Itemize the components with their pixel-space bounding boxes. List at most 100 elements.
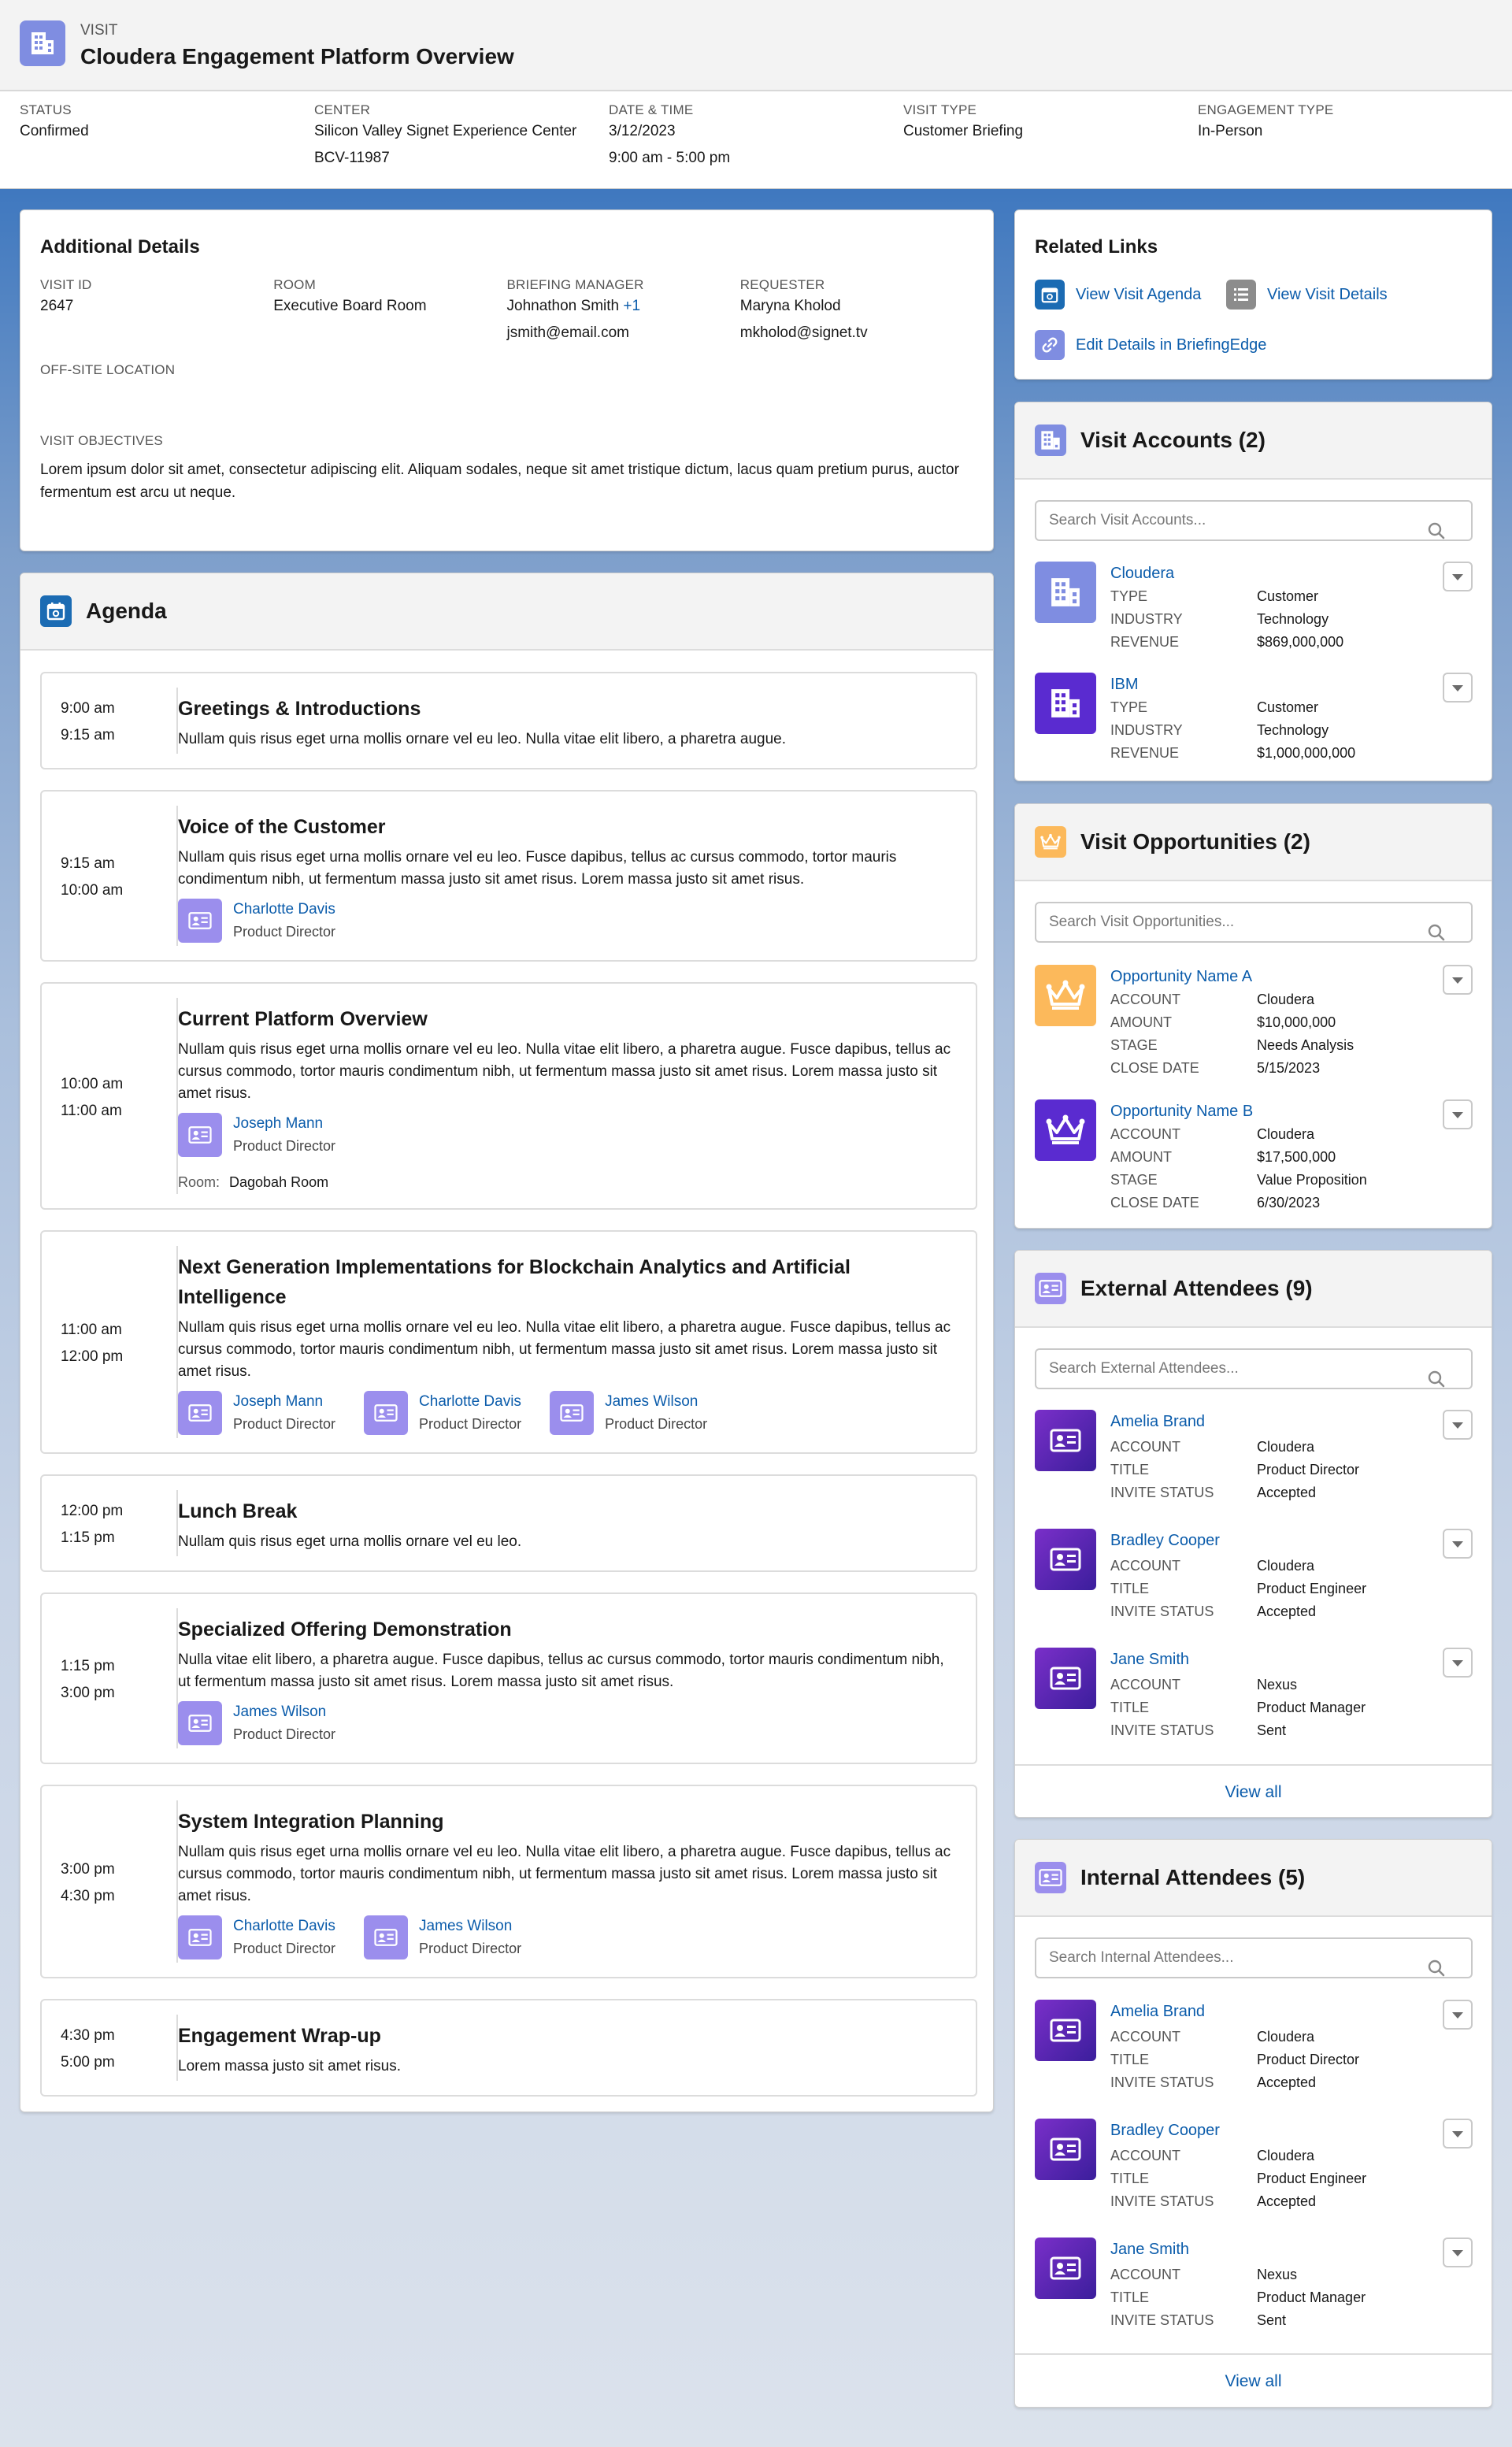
row-actions-dropdown[interactable] — [1443, 1099, 1473, 1129]
view-visit-agenda-link[interactable]: View Visit Agenda — [1035, 280, 1201, 310]
card-header: Visit Accounts (2) — [1015, 402, 1492, 480]
speaker-name-link[interactable]: James Wilson — [605, 1391, 707, 1413]
speaker-role: Product Director — [233, 1941, 336, 1956]
building-icon — [1035, 562, 1096, 623]
record-name-link[interactable]: Amelia Brand — [1110, 1410, 1205, 1433]
record-field: INVITE STATUS Accepted — [1110, 2071, 1316, 2094]
end-time: 10:00 am — [61, 882, 124, 899]
agenda-card: Agenda Greetings & Introductions Nullam q… — [20, 573, 994, 2112]
record-field: INVITE STATUS Accepted — [1110, 2190, 1316, 2213]
record-header-top: VISIT Cloudera Engagement Platform Overv… — [0, 0, 1512, 91]
visit-opportunities-card: Visit Opportunities (2) Search Visit Oppo… — [1014, 803, 1492, 1229]
record-name-link[interactable]: Opportunity Name B — [1110, 1099, 1253, 1123]
agenda-item-description: Nullam quis risus eget urna mollis ornar… — [178, 1844, 951, 1904]
field-label: INVITE STATUS — [1110, 1485, 1214, 1500]
record-name-link[interactable]: Cloudera — [1110, 562, 1174, 585]
field-label: CENTER — [314, 102, 371, 117]
more-managers-link[interactable]: +1 — [623, 298, 640, 314]
search-input[interactable]: Search External Attendees... — [1035, 1348, 1473, 1389]
start-time: 12:00 pm — [61, 1503, 124, 1519]
speaker-name-link[interactable]: Joseph Mann — [233, 1391, 335, 1413]
field-label: ACCOUNT — [1110, 1126, 1180, 1142]
speaker-role: Product Director — [419, 1416, 522, 1432]
agenda-item-description: Nullam quis risus eget urna mollis ornar… — [178, 1041, 951, 1102]
agenda-header: Agenda — [20, 573, 993, 651]
speaker-role: Product Director — [233, 924, 336, 940]
chevron-down-icon — [1451, 2125, 1464, 2143]
start-time: 3:00 pm — [61, 1861, 115, 1878]
speaker-name-link[interactable]: Charlotte Davis — [233, 1915, 335, 1937]
field-value: Customer — [1257, 699, 1319, 715]
building-icon — [1035, 425, 1066, 456]
speaker-james-wilson: James Wilson Product Director — [178, 1701, 335, 1745]
field-label: INVITE STATUS — [1110, 2074, 1214, 2090]
record-field: INVITE STATUS Accepted — [1110, 1600, 1316, 1623]
field-value: $17,500,000 — [1257, 1149, 1336, 1165]
view-all-link[interactable]: View all — [1015, 1764, 1492, 1819]
row-actions-dropdown[interactable] — [1443, 673, 1473, 703]
speaker-charlotte-davis: Charlotte Davis Product Director — [178, 899, 335, 943]
speaker-name-link[interactable]: Charlotte Davis — [419, 1391, 521, 1413]
record-name-link[interactable]: Bradley Cooper — [1110, 1529, 1220, 1552]
field-label: TITLE — [1110, 1462, 1150, 1477]
record-field: ACCOUNT Cloudera — [1110, 988, 1314, 1011]
list-item: Bradley Cooper ACCOUNT Cloudera TITLE Produc… — [1035, 1529, 1473, 1648]
end-time: 12:00 pm — [61, 1348, 124, 1365]
agenda-item-title: Specialized Offering Demonstration — [178, 1618, 512, 1641]
speaker-name-link[interactable]: Charlotte Davis — [233, 899, 335, 921]
link-icon — [1035, 330, 1065, 360]
record-field: ACCOUNT Nexus — [1110, 1674, 1297, 1696]
agenda-item-title: Greetings & Introductions — [178, 698, 421, 720]
search-input[interactable]: Search Internal Attendees... — [1035, 1937, 1473, 1978]
field-value: Nexus — [1257, 2267, 1298, 2282]
row-actions-dropdown[interactable] — [1443, 1410, 1473, 1440]
view-visit-details-link[interactable]: View Visit Details — [1226, 280, 1388, 310]
record-name-link[interactable]: Jane Smith — [1110, 1648, 1189, 1671]
record-name-link[interactable]: IBM — [1110, 673, 1139, 696]
record-field: TITLE Product Engineer — [1110, 2167, 1366, 2190]
edit-details-briefingedge-link[interactable]: Edit Details in BriefingEdge — [1035, 330, 1266, 360]
row-actions-dropdown[interactable] — [1443, 2238, 1473, 2267]
contact-card-icon — [178, 899, 222, 943]
record-name-link[interactable]: Jane Smith — [1110, 2238, 1189, 2261]
field-label: ENGAGEMENT TYPE — [1198, 102, 1334, 117]
row-actions-dropdown[interactable] — [1443, 1648, 1473, 1678]
agenda-divider — [176, 1800, 178, 1963]
record-name-link[interactable]: Bradley Cooper — [1110, 2119, 1220, 2142]
crown-icon — [1035, 1099, 1096, 1161]
card-header: External Attendees (9) — [1015, 1251, 1492, 1328]
field-value: Customer Briefing — [903, 123, 1024, 139]
chevron-down-icon — [1451, 568, 1464, 586]
row-actions-dropdown[interactable] — [1443, 1529, 1473, 1559]
row-actions-dropdown[interactable] — [1443, 965, 1473, 995]
row-actions-dropdown[interactable] — [1443, 2119, 1473, 2149]
field-value: $1,000,000,000 — [1257, 745, 1356, 761]
row-actions-dropdown[interactable] — [1443, 2000, 1473, 2030]
view-all-link[interactable]: View all — [1015, 2353, 1492, 2408]
agenda-divider — [176, 1246, 178, 1438]
record-field: STAGE Value Proposition — [1110, 1169, 1367, 1192]
field-value: Cloudera — [1257, 1558, 1315, 1574]
speaker-name-link[interactable]: Joseph Mann — [233, 1113, 335, 1135]
field-value: Cloudera — [1257, 1439, 1315, 1455]
field-value: Product Director — [1257, 2052, 1360, 2067]
agenda-speakers: James Wilson Product Director — [178, 1701, 960, 1745]
field-label: TITLE — [1110, 1581, 1150, 1596]
speaker-name-link[interactable]: James Wilson — [419, 1915, 521, 1937]
field-value: Sent — [1257, 1722, 1287, 1738]
search-input[interactable]: Search Visit Accounts... — [1035, 500, 1473, 541]
visit-id-field: VISIT ID 2647 — [40, 277, 92, 314]
end-time: 1:15 pm — [61, 1529, 115, 1546]
record-name-link[interactable]: Amelia Brand — [1110, 2000, 1205, 2023]
page-title: Cloudera Engagement Platform Overview — [80, 44, 514, 69]
field-value: Accepted — [1257, 1485, 1317, 1500]
speaker-role: Product Director — [419, 1941, 522, 1956]
room-field: ROOM Executive Board Room — [273, 277, 427, 314]
row-actions-dropdown[interactable] — [1443, 562, 1473, 591]
list-item: IBM TYPE Customer INDUSTRY Technology REVENUE… — [1035, 673, 1473, 784]
record-name-link[interactable]: Opportunity Name A — [1110, 965, 1252, 988]
agenda-item: Greetings & Introductions Nullam quis ris… — [40, 672, 977, 769]
search-input[interactable]: Search Visit Opportunities... — [1035, 902, 1473, 943]
contact-card-icon — [178, 1915, 222, 1959]
speaker-name-link[interactable]: James Wilson — [233, 1701, 335, 1723]
